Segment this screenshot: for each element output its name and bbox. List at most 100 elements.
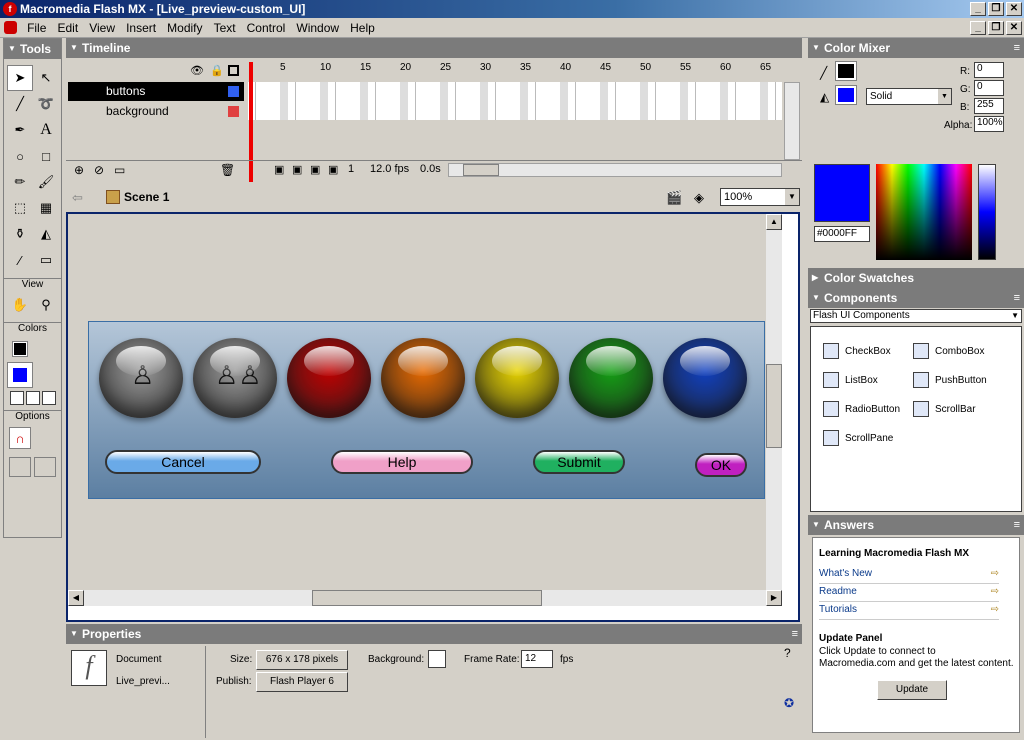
timeline-header[interactable]: Timeline [66, 38, 802, 58]
color-swatches-header[interactable]: Color Swatches [808, 268, 1024, 288]
component-pushbutton[interactable]: PushButton [913, 372, 987, 388]
chevron-down-icon[interactable]: ▼ [1011, 310, 1019, 322]
oval-tool-icon[interactable]: ○ [7, 143, 33, 169]
component-combobox[interactable]: ComboBox [913, 343, 984, 359]
back-arrow-icon[interactable]: ⇦ [72, 190, 83, 206]
fill-transform-tool-icon[interactable]: ▦ [33, 195, 59, 221]
properties-header[interactable]: Properties ≡ [66, 624, 802, 644]
orb-button-two-people[interactable]: ♙♙ [193, 338, 277, 418]
component-scrollpane[interactable]: ScrollPane [823, 430, 893, 446]
orb-button-yellow[interactable] [475, 338, 559, 418]
eyedropper-tool-icon[interactable]: ⁄ [7, 247, 33, 273]
chevron-down-icon[interactable]: ▼ [785, 189, 799, 205]
doc-close-button[interactable]: ✕ [1006, 21, 1022, 35]
scene-name[interactable]: Scene 1 [124, 190, 169, 204]
scroll-up-icon[interactable]: ▲ [766, 214, 782, 230]
ok-button[interactable]: OK [695, 453, 747, 477]
answers-header[interactable]: Answers ≡ [808, 515, 1024, 535]
size-button[interactable]: 676 x 178 pixels [256, 650, 348, 670]
pen-tool-icon[interactable]: ✒ [7, 117, 33, 143]
work-area[interactable]: ♙ ♙♙ Cancel Help Submit OK ▲ ▼ ◀ ▶ [68, 214, 782, 606]
fill-type-select[interactable]: Solid ▼ [866, 88, 952, 105]
stage-vscroll[interactable]: ▲ ▼ [766, 214, 782, 606]
ink-bottle-tool-icon[interactable]: ⚱ [7, 221, 33, 247]
help-button[interactable]: Help [331, 450, 473, 474]
component-set-select[interactable]: Flash UI Components ▼ [810, 309, 1022, 323]
accessibility-icon[interactable]: ✪ [784, 696, 794, 710]
menu-text[interactable]: Text [214, 21, 236, 35]
fill-swatch-icon[interactable] [33, 362, 59, 388]
panel-options-icon[interactable]: ≡ [792, 624, 798, 644]
maximize-button[interactable]: ❐ [988, 2, 1004, 16]
smooth-option-icon[interactable] [9, 457, 31, 477]
trash-icon[interactable]: 🗑 [220, 163, 235, 177]
readme-link[interactable]: Readme [819, 584, 999, 602]
zoom-tool-icon[interactable]: ⚲ [33, 292, 59, 318]
menu-window[interactable]: Window [296, 21, 339, 35]
no-color-icon[interactable] [26, 391, 40, 405]
minimize-button[interactable]: _ [970, 2, 986, 16]
movie-canvas[interactable]: ♙ ♙♙ Cancel Help Submit OK [88, 321, 765, 499]
color-spectrum[interactable] [876, 164, 972, 260]
tutorials-link[interactable]: Tutorials [819, 602, 999, 620]
menu-edit[interactable]: Edit [57, 21, 78, 35]
add-folder-icon[interactable]: ▭ [114, 163, 125, 177]
rectangle-tool-icon[interactable]: □ [33, 143, 59, 169]
stage-hscroll[interactable]: ◀ ▶ [68, 590, 782, 606]
lock-icon[interactable]: 🔒 [210, 64, 224, 77]
brightness-slider[interactable] [978, 164, 996, 260]
cancel-button[interactable]: Cancel [105, 450, 261, 474]
timeline-hscroll[interactable] [448, 163, 782, 177]
menu-control[interactable]: Control [247, 21, 286, 35]
timeline-hscroll-thumb[interactable] [463, 164, 499, 176]
green-input[interactable]: 0 [974, 80, 1004, 96]
orb-button-blue[interactable] [663, 338, 747, 418]
submit-button[interactable]: Submit [533, 450, 625, 474]
component-checkbox[interactable]: CheckBox [823, 343, 891, 359]
menu-insert[interactable]: Insert [126, 21, 156, 35]
menu-file[interactable]: File [27, 21, 46, 35]
component-scrollbar[interactable]: ScrollBar [913, 401, 976, 417]
line-tool-icon[interactable]: ╱ [7, 91, 33, 117]
edit-symbols-icon[interactable]: ◈ [694, 190, 704, 206]
alpha-input[interactable]: 100% [974, 116, 1004, 132]
component-radiobutton[interactable]: RadioButton [823, 401, 900, 417]
paint-bucket-tool-icon[interactable]: ◭ [33, 221, 59, 247]
orb-button-single-person[interactable]: ♙ [99, 338, 183, 418]
fill-color-icon[interactable] [7, 362, 33, 388]
lasso-tool-icon[interactable]: ➰ [33, 91, 59, 117]
arrow-tool-icon[interactable]: ➤ [7, 65, 33, 91]
close-button[interactable]: ✕ [1006, 2, 1022, 16]
text-tool-icon[interactable]: A [33, 117, 59, 143]
snap-magnet-icon[interactable]: ∩ [9, 427, 31, 449]
blue-input[interactable]: 255 [974, 98, 1004, 114]
menu-help[interactable]: Help [350, 21, 375, 35]
color-mixer-header[interactable]: Color Mixer ≡ [808, 38, 1024, 58]
stroke-color-swatch[interactable] [835, 61, 857, 81]
tools-header[interactable]: Tools [4, 39, 61, 59]
help-icon[interactable]: ? [784, 646, 791, 660]
outline-icon[interactable] [228, 65, 239, 76]
panel-options-icon[interactable]: ≡ [1014, 38, 1020, 58]
menu-view[interactable]: View [89, 21, 115, 35]
eye-icon[interactable]: 👁 [190, 64, 204, 77]
zoom-select[interactable]: 100% ▼ [720, 188, 800, 206]
stroke-swatch-icon[interactable] [33, 336, 59, 362]
edit-scene-icon[interactable]: 🎬 [666, 190, 682, 206]
stage-hscroll-thumb[interactable] [312, 590, 542, 606]
update-button[interactable]: Update [877, 680, 947, 700]
add-layer-icon[interactable]: ⊕ [74, 163, 84, 177]
layer-buttons[interactable]: buttons [68, 82, 244, 101]
fill-color-swatch[interactable] [835, 85, 857, 105]
background-color-swatch[interactable] [428, 650, 446, 668]
scroll-left-icon[interactable]: ◀ [68, 590, 84, 606]
add-guide-icon[interactable]: ⊘ [94, 163, 104, 177]
center-frame-icon[interactable]: ▣ [274, 163, 284, 176]
swap-colors-icon[interactable] [42, 391, 56, 405]
subselect-tool-icon[interactable]: ↖ [33, 65, 59, 91]
timeline-vscroll[interactable] [784, 82, 800, 160]
free-transform-tool-icon[interactable]: ⬚ [7, 195, 33, 221]
doc-minimize-button[interactable]: _ [970, 21, 986, 35]
publish-settings-button[interactable]: Flash Player 6 [256, 672, 348, 692]
menu-modify[interactable]: Modify [167, 21, 202, 35]
